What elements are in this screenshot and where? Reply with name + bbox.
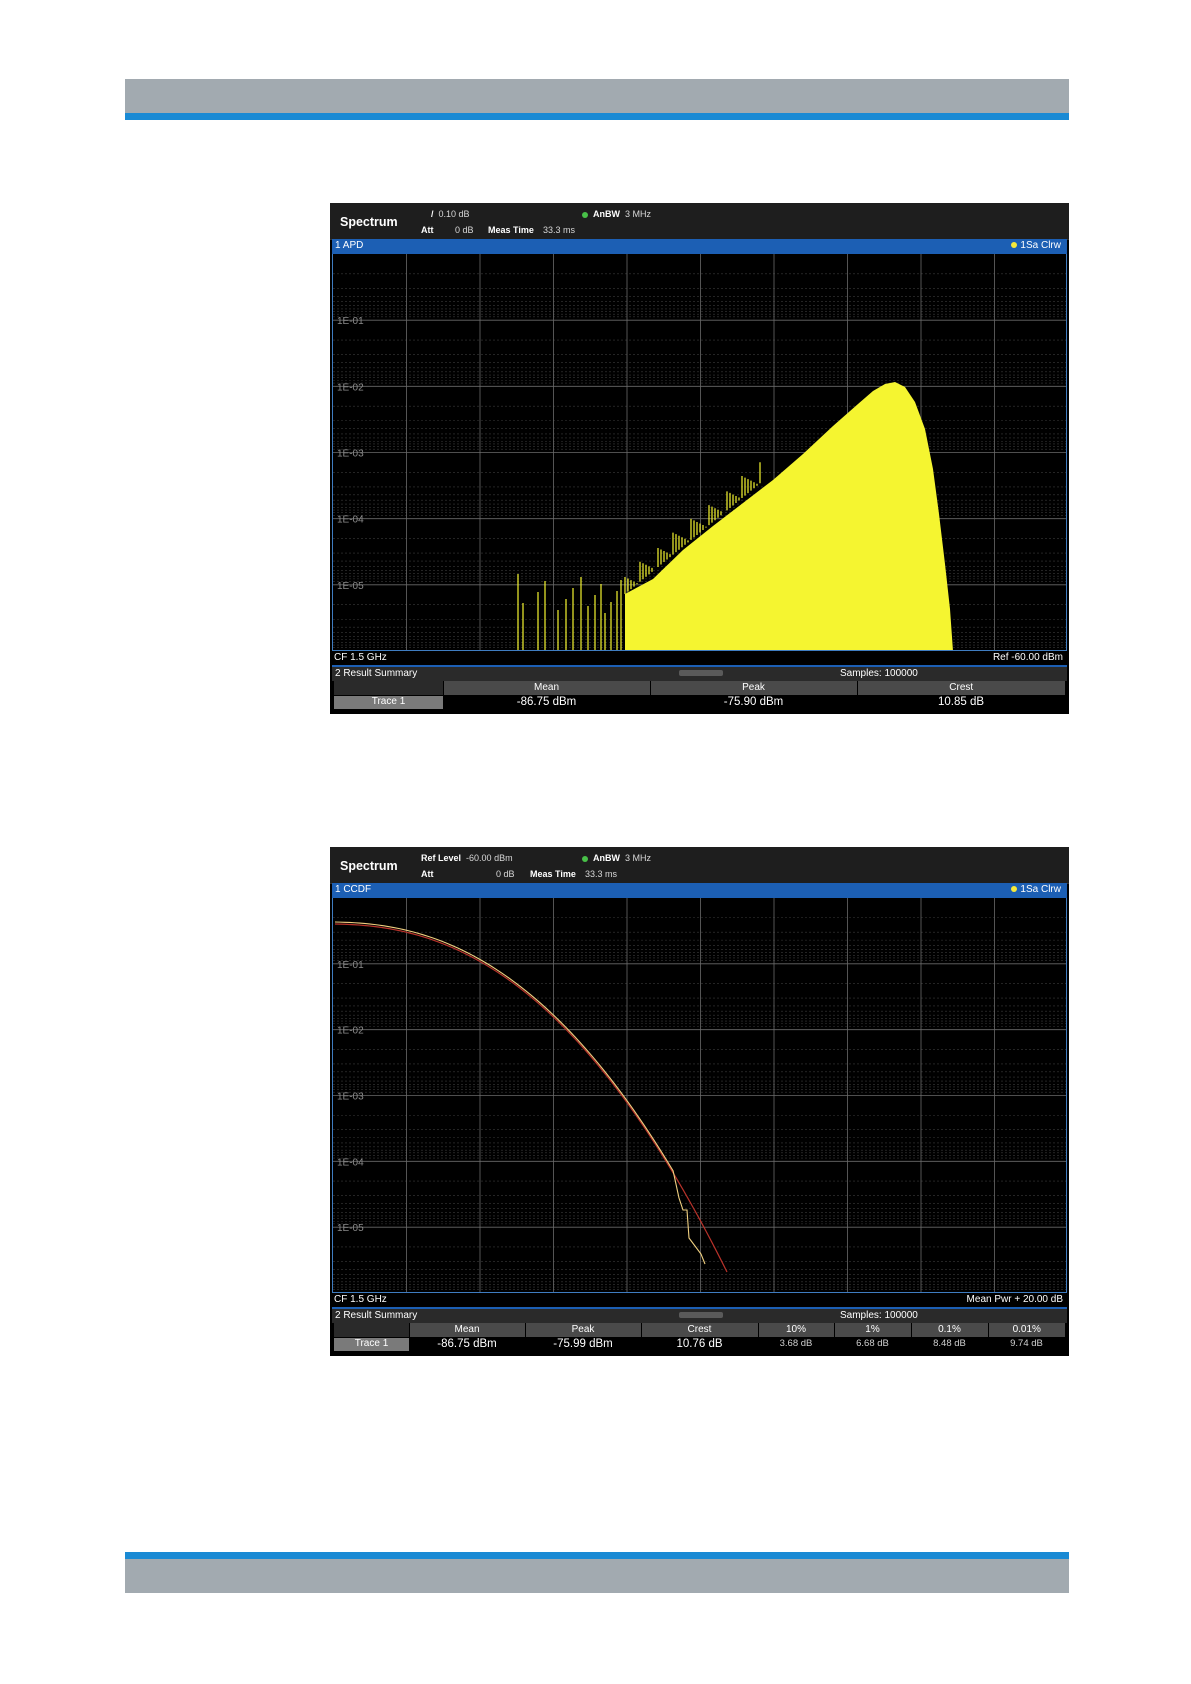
ccdf-reference-curve (334, 923, 728, 1273)
y-tick-label: 1E-02 (337, 382, 364, 393)
y-tick-label: 1E-03 (337, 1092, 364, 1103)
result-summary-bar[interactable]: 2 Result Summary Samples: 100000 (332, 1309, 1067, 1323)
column-header: 0.1% (910, 1323, 988, 1337)
rbw-value: 3 MHz (625, 209, 652, 219)
column-header: Crest (640, 1323, 758, 1337)
y-tick-label: 1E-05 (337, 581, 364, 592)
setting-value-1: 0.10 dB (438, 209, 470, 219)
att-label: Att (421, 869, 434, 879)
column-header: Peak (649, 681, 857, 695)
apd-diagram: 1E-01 1E-02 1E-03 1E-04 1E-05 (333, 254, 1066, 650)
percentile-value: 6.68 dB (834, 1337, 911, 1351)
window-title-bar[interactable]: 1 APD 1Sa Clrw (332, 239, 1067, 254)
header-band (125, 79, 1069, 113)
reference-level: Ref -60.00 dBm (992, 652, 1063, 663)
samples-count: Samples: 100000 (840, 668, 918, 679)
percentile-value: 9.74 dB (988, 1337, 1065, 1351)
rbw-label: AnBW (593, 853, 620, 863)
percentile-value: 8.48 dB (911, 1337, 988, 1351)
y-tick-label: 1E-04 (337, 515, 364, 526)
window-title-bar[interactable]: 1 CCDF 1Sa Clrw (332, 883, 1067, 898)
footer-band (125, 1559, 1069, 1593)
column-header: 0.01% (987, 1323, 1065, 1337)
y-tick-label: 1E-01 (337, 316, 364, 327)
result-summary-title: 2 Result Summary (335, 1310, 418, 1321)
footer-accent-line (125, 1552, 1069, 1559)
meas-time-value: 33.3 ms (585, 869, 618, 879)
trace-label: 1Sa Clrw (1020, 240, 1061, 251)
y-tick-label: 1E-05 (337, 1223, 364, 1234)
column-header: Crest (856, 681, 1065, 695)
status-dot-icon (582, 855, 588, 862)
ccdf-screenshot: Spectrum Ref Level -60.00 dBm Att 0 dB M… (330, 847, 1069, 1356)
y-tick-label: 1E-03 (337, 449, 364, 460)
ref-level-value: -60.00 dBm (466, 853, 513, 863)
att-value: 0 dB (496, 869, 515, 879)
splitter-handle[interactable] (679, 670, 723, 676)
crest-value: 10.85 dB (857, 695, 1065, 709)
center-frequency: CF 1.5 GHz (334, 1294, 387, 1305)
column-header: Mean (408, 1323, 525, 1337)
app-name: Spectrum (340, 859, 398, 873)
trace-dot-icon (1011, 242, 1018, 249)
peak-value: -75.90 dBm (650, 695, 857, 709)
trace-indicator[interactable]: 1Sa Clrw (1011, 884, 1061, 895)
apd-trace-fill (625, 382, 953, 650)
table-corner (334, 681, 443, 695)
y-tick-label: 1E-01 (337, 960, 364, 971)
y-tick-label: 1E-02 (337, 1026, 364, 1037)
row-label: Trace 1 (334, 1336, 409, 1351)
column-header: Mean (442, 681, 650, 695)
result-summary-table: Mean Peak Crest 10% 1% 0.1% 0.01% Trace … (334, 1323, 1065, 1351)
crest-value: 10.76 dB (641, 1337, 758, 1351)
instrument-header: Spectrum Ref Level -60.00 dBm Att 0 dB M… (330, 847, 1069, 884)
rbw-label: AnBW (593, 209, 620, 219)
att-label: Att (421, 225, 434, 235)
center-frequency: CF 1.5 GHz (334, 652, 387, 663)
trace-label: 1Sa Clrw (1020, 884, 1061, 895)
status-dot-icon (582, 211, 588, 218)
ccdf-plot[interactable]: 1E-01 1E-02 1E-03 1E-04 1E-05 (332, 898, 1067, 1293)
app-name: Spectrum (340, 215, 398, 229)
mean-power-offset: Mean Pwr + 20.00 dB (966, 1294, 1063, 1305)
table-corner (334, 1323, 409, 1337)
setting-icon-1: / (431, 209, 434, 219)
rbw-value: 3 MHz (625, 853, 652, 863)
diagram-footer: CF 1.5 GHz Mean Pwr + 20.00 dB (332, 1293, 1067, 1309)
mean-value: -86.75 dBm (409, 1337, 525, 1351)
meas-time-label: Meas Time (530, 869, 576, 879)
peak-value: -75.99 dBm (525, 1337, 641, 1351)
att-value: 0 dB (455, 225, 474, 235)
trace-indicator[interactable]: 1Sa Clrw (1011, 240, 1061, 251)
apd-screenshot: Spectrum / 0.10 dB Att 0 dB Meas Time 33… (330, 203, 1069, 714)
y-tick-label: 1E-04 (337, 1157, 364, 1168)
meas-time-label: Meas Time (488, 225, 534, 235)
meas-time-value: 33.3 ms (543, 225, 576, 235)
window-title: 1 CCDF (335, 884, 372, 895)
window-title: 1 APD (335, 240, 364, 251)
trace-dot-icon (1011, 886, 1018, 893)
mean-value: -86.75 dBm (443, 695, 650, 709)
ccdf-diagram: 1E-01 1E-02 1E-03 1E-04 1E-05 (333, 898, 1066, 1292)
percentile-value: 3.68 dB (758, 1337, 834, 1351)
header-accent-line (125, 113, 1069, 120)
column-header: 10% (757, 1323, 834, 1337)
splitter-handle[interactable] (679, 1312, 723, 1318)
result-summary-title: 2 Result Summary (335, 668, 418, 679)
samples-count: Samples: 100000 (840, 1310, 918, 1321)
result-summary-bar[interactable]: 2 Result Summary Samples: 100000 (332, 667, 1067, 681)
diagram-footer: CF 1.5 GHz Ref -60.00 dBm (332, 651, 1067, 667)
instrument-header: Spectrum / 0.10 dB Att 0 dB Meas Time 33… (330, 203, 1069, 240)
column-header: Peak (524, 1323, 641, 1337)
ref-level-label: Ref Level (421, 853, 462, 863)
result-summary-table: Mean Peak Crest Trace 1 -86.75 dBm -75.9… (334, 681, 1065, 709)
row-label: Trace 1 (334, 694, 443, 709)
column-header: 1% (833, 1323, 911, 1337)
apd-plot[interactable]: 1E-01 1E-02 1E-03 1E-04 1E-05 (332, 254, 1067, 651)
